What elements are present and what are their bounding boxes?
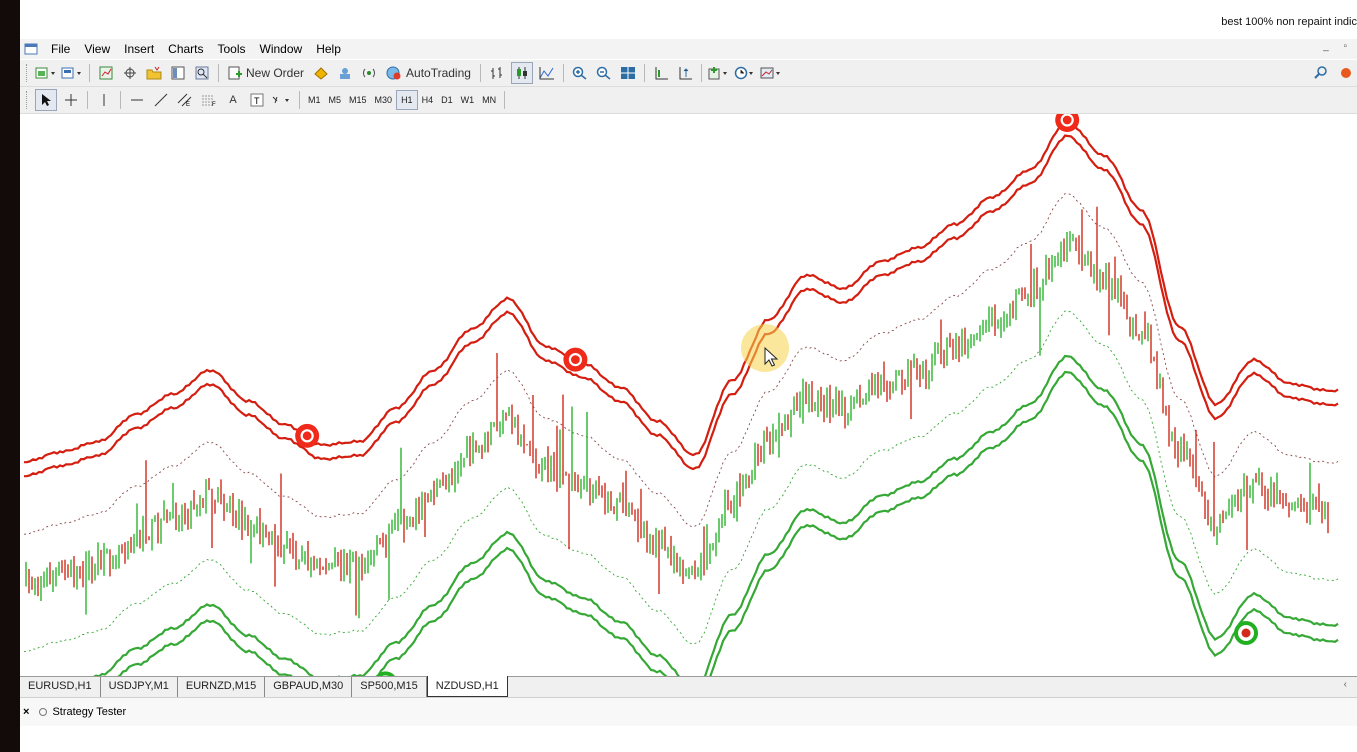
close-panel-icon[interactable]: × xyxy=(23,707,29,718)
status-area xyxy=(20,726,1357,752)
strategy-tester-icon[interactable] xyxy=(192,63,212,83)
line-studies-toolbar: E F A T M1 M5 M15 M30 H1 H4 D1 W1 MN xyxy=(20,87,1357,114)
horizontal-line-icon[interactable] xyxy=(127,90,147,110)
menu-insert[interactable]: Insert xyxy=(117,39,161,59)
signals-icon[interactable] xyxy=(359,63,379,83)
toolbar-separator xyxy=(700,64,702,82)
new-chart-icon[interactable] xyxy=(35,63,57,83)
toolbar-grip[interactable] xyxy=(26,64,30,82)
candlesticks-icon[interactable] xyxy=(510,62,533,84)
svg-text:E: E xyxy=(186,102,190,107)
autotrading-button[interactable]: AutoTrading xyxy=(383,63,474,83)
toolbar-separator xyxy=(120,91,121,109)
tester-status-icon xyxy=(39,708,48,716)
upper-band-inner xyxy=(23,134,1339,478)
trendline-icon[interactable] xyxy=(151,90,171,110)
strategy-tester-panel: × Strategy Tester xyxy=(20,697,1357,726)
toolbar-separator xyxy=(89,64,90,82)
chart-tab-eurnzd[interactable]: EURNZD,M15 xyxy=(178,677,266,697)
menu-charts[interactable]: Charts xyxy=(161,39,210,59)
timeframe-h4[interactable]: H4 xyxy=(418,91,438,109)
autoscroll-icon[interactable] xyxy=(675,63,695,83)
search-icon[interactable] xyxy=(1311,63,1331,83)
mql5-community-icon[interactable] xyxy=(1335,63,1355,83)
svg-text:F: F xyxy=(212,102,216,107)
metaeditor-icon[interactable] xyxy=(311,63,331,83)
toolbar-separator xyxy=(479,64,481,82)
terminal-app-icon xyxy=(24,43,38,55)
navigator-icon[interactable] xyxy=(144,63,164,83)
chart-tab-gbpaud[interactable]: GBPAUD,M30 xyxy=(265,677,353,697)
video-title-overlay: best 100% non repaint indic xyxy=(1221,16,1357,28)
menu-help[interactable]: Help xyxy=(309,39,348,59)
indicators-icon[interactable] xyxy=(708,63,730,83)
text-label-icon[interactable]: T xyxy=(247,90,267,110)
text-icon[interactable]: A xyxy=(223,90,243,110)
chart-tabs-bar: EURUSD,H1 USDJPY,M1 EURNZD,M15 GBPAUD,M3… xyxy=(20,676,1357,697)
buy-signal-dot xyxy=(1241,628,1251,638)
autotrading-label: AutoTrading xyxy=(406,66,471,80)
chart-shift-icon[interactable] xyxy=(651,63,671,83)
autotrading-icon xyxy=(386,66,401,80)
toolbar-separator xyxy=(643,64,645,82)
strategy-tester-label[interactable]: Strategy Tester xyxy=(52,706,126,718)
timeframe-d1[interactable]: D1 xyxy=(437,91,457,109)
experts-icon[interactable] xyxy=(335,63,355,83)
standard-toolbar: New Order AutoTrading xyxy=(20,60,1357,87)
bar-chart-icon[interactable] xyxy=(487,63,507,83)
vertical-line-icon[interactable] xyxy=(94,90,114,110)
toolbar-separator xyxy=(218,64,219,82)
menu-window[interactable]: Window xyxy=(253,39,310,59)
svg-text:T: T xyxy=(254,96,260,106)
timeframe-m15[interactable]: M15 xyxy=(345,91,371,109)
price-chart[interactable] xyxy=(20,114,1357,676)
menu-tools[interactable]: Tools xyxy=(211,39,253,59)
cursor-icon[interactable] xyxy=(35,89,57,111)
chart-window[interactable] xyxy=(20,114,1357,676)
timeframe-w1[interactable]: W1 xyxy=(457,91,479,109)
arrows-icon[interactable] xyxy=(271,90,293,110)
toolbar-separator xyxy=(562,64,564,82)
lower-band-outer xyxy=(117,370,1339,676)
zoom-in-icon[interactable] xyxy=(570,63,590,83)
upper-band-outer xyxy=(23,120,1339,464)
new-order-icon xyxy=(228,66,242,80)
window-controls[interactable]: _ ▫ xyxy=(1323,41,1353,52)
timeframe-m30[interactable]: M30 xyxy=(371,91,397,109)
menu-bar: File View Insert Charts Tools Window Hel… xyxy=(20,39,1357,59)
menu-view[interactable]: View xyxy=(77,39,117,59)
tab-scroll-left-icon[interactable]: ‹ xyxy=(1344,679,1347,690)
chart-tab-usdjpy[interactable]: USDJPY,M1 xyxy=(101,677,178,697)
zoom-out-icon[interactable] xyxy=(594,63,614,83)
profiles-icon[interactable] xyxy=(61,63,83,83)
new-order-label: New Order xyxy=(246,66,305,80)
market-watch-icon[interactable] xyxy=(96,63,116,83)
toolbar-separator xyxy=(504,91,506,109)
equidistant-channel-icon[interactable]: E xyxy=(175,90,195,110)
line-chart-icon[interactable] xyxy=(537,63,557,83)
templates-icon[interactable] xyxy=(760,63,782,83)
tile-windows-icon[interactable] xyxy=(618,63,638,83)
data-window-icon[interactable] xyxy=(120,63,140,83)
crosshair-icon[interactable] xyxy=(61,90,81,110)
timeframe-mn[interactable]: MN xyxy=(478,91,500,109)
chart-tab-eurusd[interactable]: EURUSD,H1 xyxy=(20,677,101,697)
terminal-icon[interactable] xyxy=(168,63,188,83)
toolbar-separator xyxy=(299,91,300,109)
toolbar-grip[interactable] xyxy=(26,91,30,109)
periods-icon[interactable] xyxy=(734,63,756,83)
timeframe-h1[interactable]: H1 xyxy=(396,90,418,110)
menu-file[interactable]: File xyxy=(44,39,77,59)
timeframe-m1[interactable]: M1 xyxy=(304,91,325,109)
video-side-border xyxy=(0,0,20,752)
new-order-button[interactable]: New Order xyxy=(225,63,307,83)
chart-tab-sp500[interactable]: SP500,M15 xyxy=(352,677,427,697)
sell-signal-marker xyxy=(295,423,320,448)
chart-tab-nzdusd[interactable]: NZDUSD,H1 xyxy=(426,676,508,697)
sell-signal-marker xyxy=(563,347,588,372)
toolbar-separator xyxy=(87,91,88,109)
fibonacci-icon[interactable]: F xyxy=(199,90,219,110)
timeframe-m5[interactable]: M5 xyxy=(325,91,346,109)
